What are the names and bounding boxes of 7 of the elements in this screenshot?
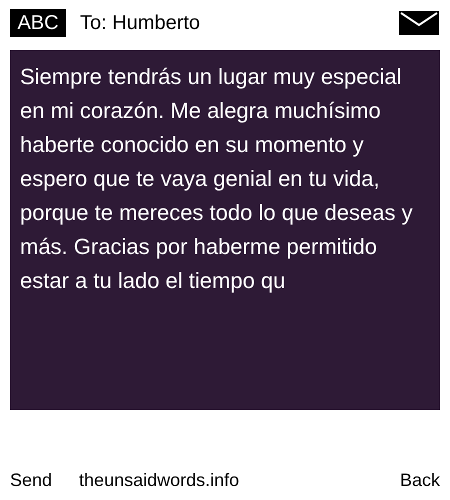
back-button[interactable]: Back	[400, 467, 440, 494]
recipient-label: To: Humberto	[80, 11, 200, 36]
website-link[interactable]: theunsaidwords.info	[79, 467, 240, 494]
send-button[interactable]: Send	[10, 467, 52, 494]
abc-badge: ABC	[10, 9, 66, 37]
envelope-icon[interactable]	[398, 10, 440, 36]
message-text: Siempre tendrás un lugar muy especial en mi corazón. Me alegra muchísimo haberte conocido en su momento y espero que te vaya genial en tu vida, porque te mereces todo lo que deseas y más. Gracias por haberme permitido estar a tu lado el tiempo qu	[20, 63, 414, 295]
